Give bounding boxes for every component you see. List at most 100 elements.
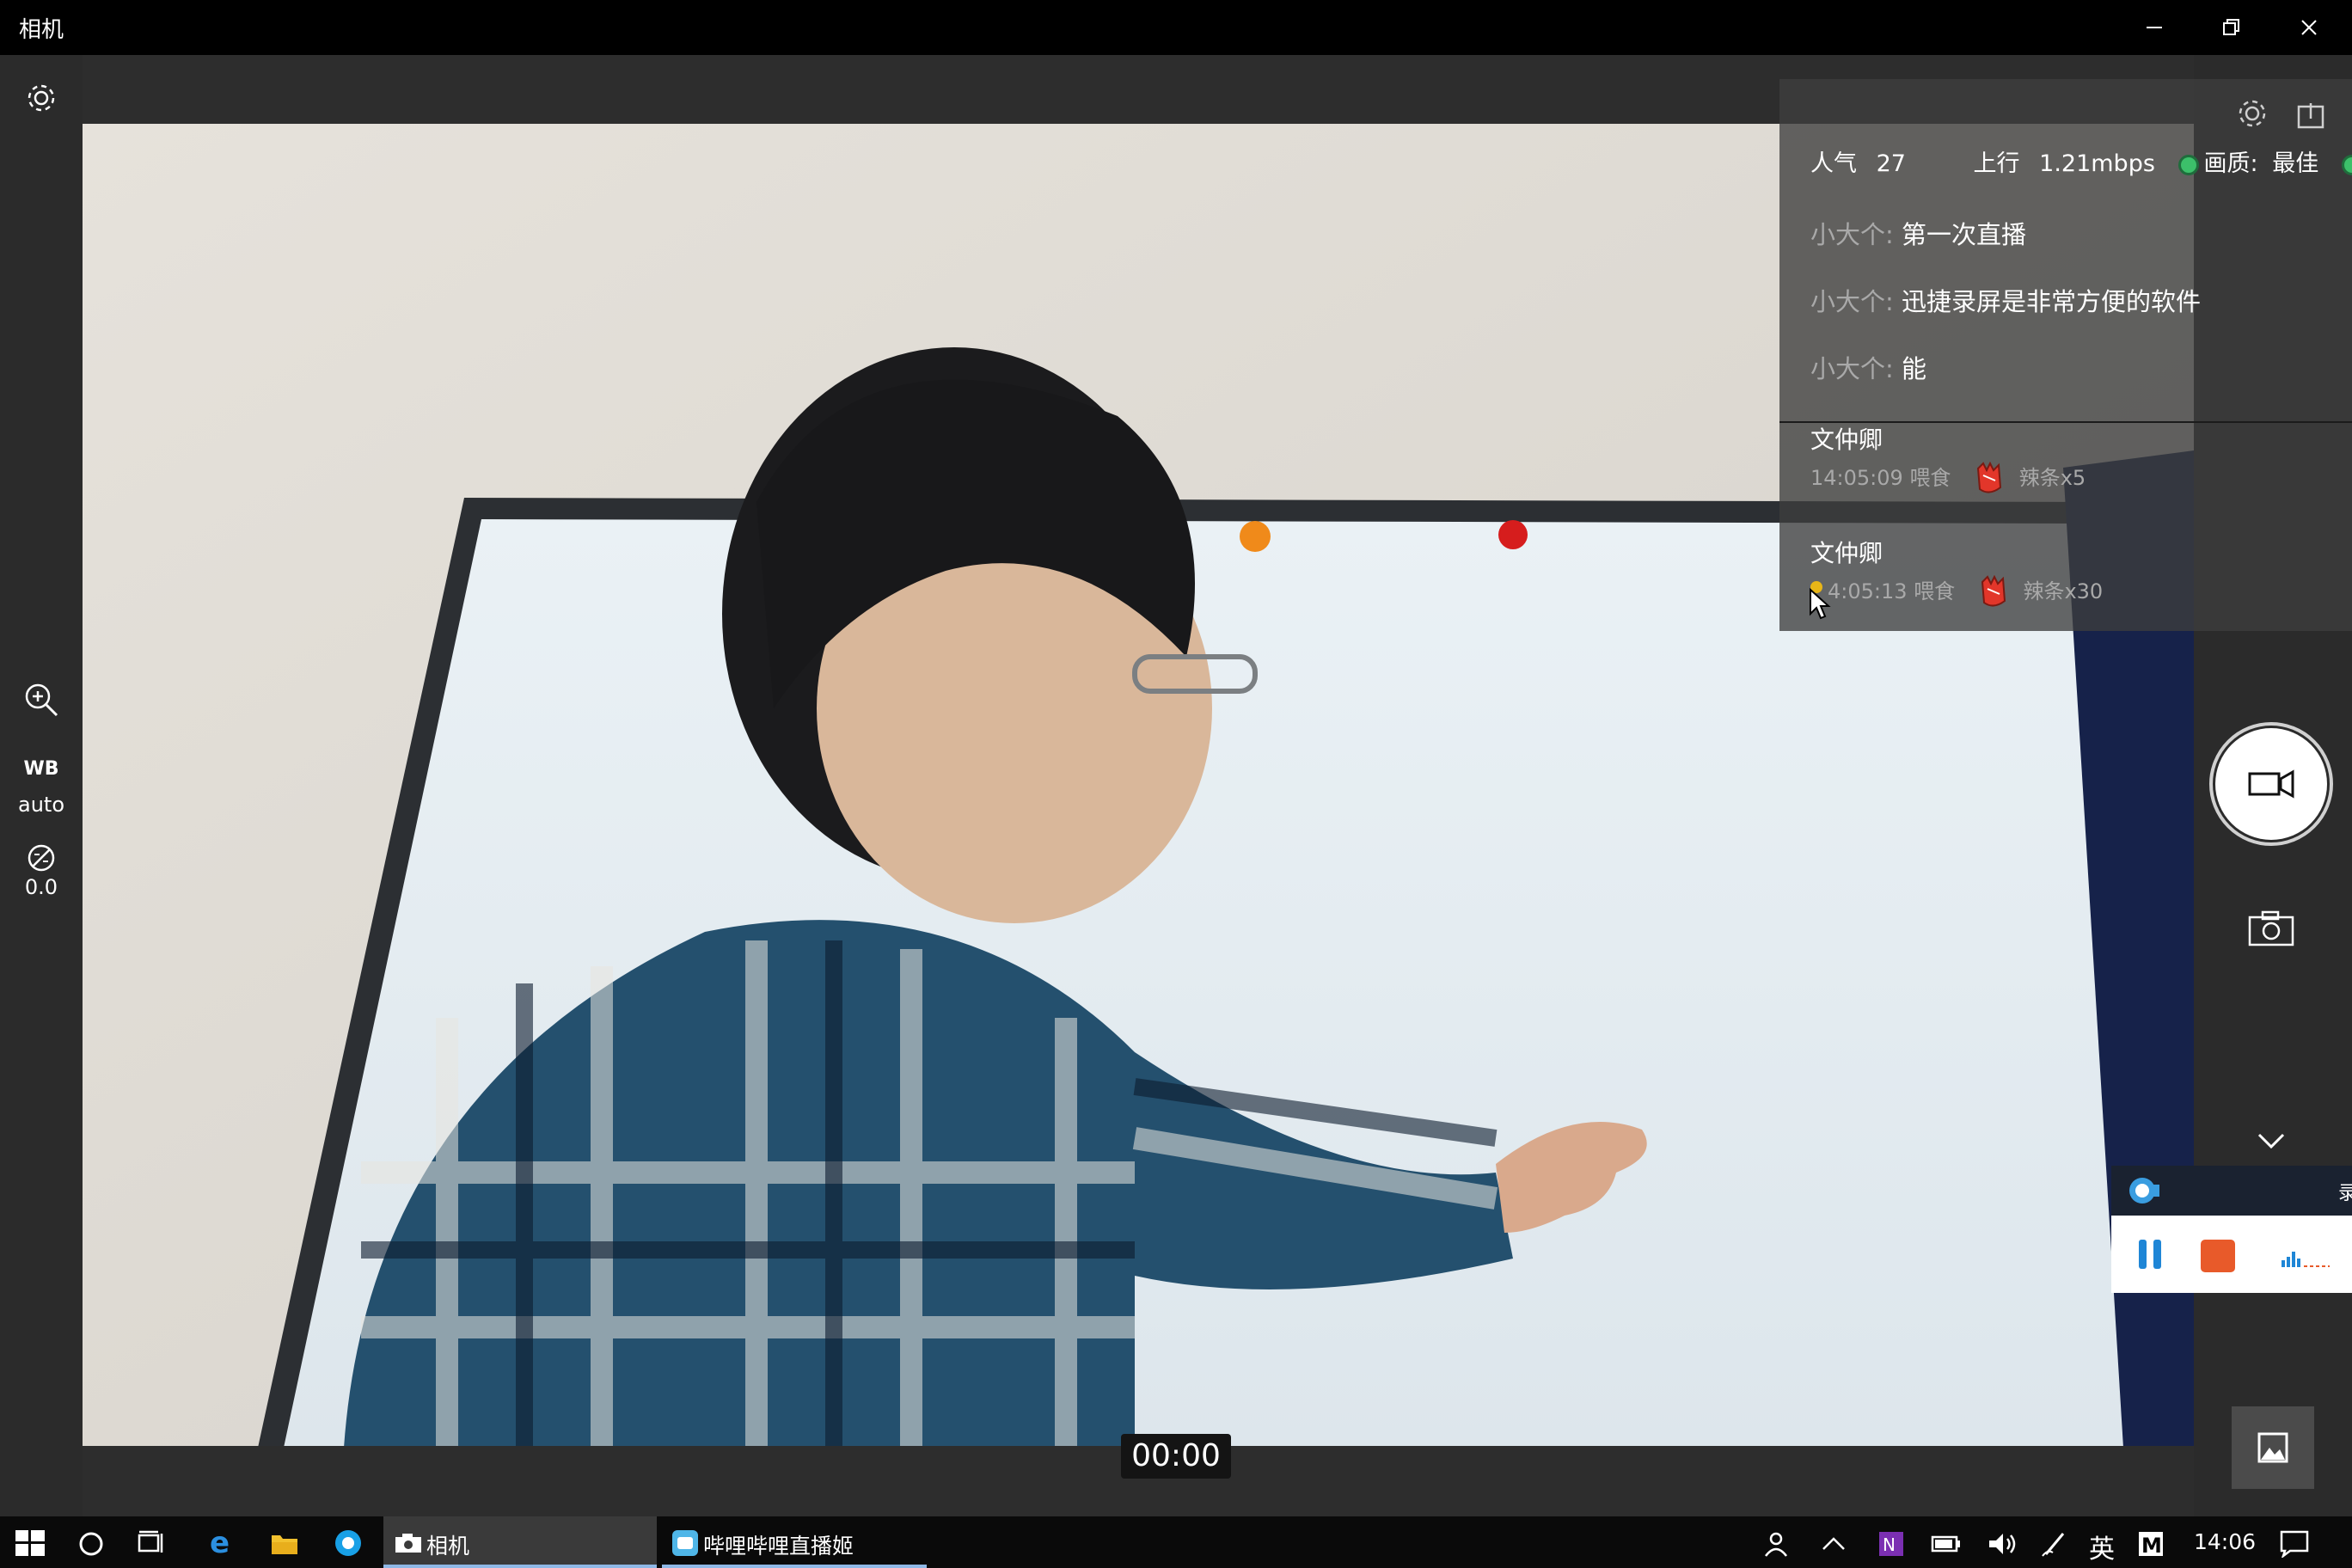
white-balance-label[interactable]: WB (0, 758, 83, 780)
task-view-icon (138, 1530, 163, 1553)
people-icon[interactable] (1764, 1530, 1792, 1558)
recorder-title: 录 (2338, 1183, 2352, 1204)
edge-button[interactable]: e (208, 1526, 234, 1560)
chat-message: 小大个: 第一次直播 (1810, 215, 2026, 251)
chat-message: 小大个: 迅捷录屏是非常方便的软件 (1810, 282, 2201, 318)
gift-user: 文仲卿 (1810, 539, 1883, 567)
active-indicator (383, 1565, 657, 1568)
volume-icon[interactable] (1988, 1530, 2018, 1558)
chevron-down-icon (2257, 1133, 2285, 1149)
taskbar-app-label: 哔哩哔哩直播姬 (703, 1534, 854, 1559)
chat-user: 小大个: (1810, 287, 1894, 316)
overlay-settings-button[interactable] (2235, 96, 2269, 134)
gift-time: 4:05:13 (1828, 579, 1908, 603)
camera-icon (2248, 910, 2294, 946)
window-title: 相机 (19, 17, 64, 43)
export-icon (2297, 103, 2324, 129)
close-icon (2301, 20, 2317, 35)
exposure-button[interactable] (26, 842, 57, 877)
exposure-icon (28, 844, 55, 872)
folder-icon (272, 1535, 297, 1554)
gift-time: 14:05:09 (1810, 466, 1903, 490)
taskbar-app-bilibili-live[interactable]: 哔哩哔哩直播姬 (662, 1516, 927, 1568)
zoom-button[interactable] (22, 681, 60, 722)
gift-item: 辣条x5 (2018, 466, 2086, 490)
restore-button[interactable] (2194, 0, 2269, 55)
left-toolbar: WB auto 0.0 (0, 55, 83, 1516)
image-icon (2257, 1432, 2288, 1463)
restore-icon (2223, 19, 2239, 35)
gift-action: 喂食 (1909, 466, 1951, 490)
quality-value: 最佳 (2272, 150, 2319, 177)
recorder-app-icon (2129, 1178, 2159, 1204)
exposure-value[interactable]: 0.0 (0, 875, 83, 899)
task-view-button[interactable] (138, 1530, 167, 1559)
audio-level-icon (2282, 1252, 2330, 1267)
popularity-value: 27 (1876, 150, 1906, 177)
video-camera-icon (2248, 769, 2294, 799)
pause-icon (2139, 1240, 2161, 1269)
quality-label: 画质: (2203, 150, 2258, 177)
minimize-icon (2147, 27, 2162, 28)
chat-user: 小大个: (1810, 220, 1894, 249)
gear-icon (28, 84, 55, 112)
expand-button[interactable] (2256, 1130, 2287, 1154)
screen-recorder-widget: 录 (2111, 1166, 2352, 1293)
chat-text: 迅捷录屏是非常方便的软件 (1902, 287, 2202, 316)
taskbar-app-label: 相机 (426, 1534, 470, 1559)
recorder-header: 录 (2111, 1166, 2352, 1216)
search-button[interactable] (77, 1530, 105, 1561)
mouse-cursor-icon (1810, 588, 1831, 620)
zoom-in-icon (25, 683, 58, 717)
chat-message: 小大个: 能 (1810, 349, 1926, 385)
onenote-icon[interactable]: N (1877, 1530, 1905, 1558)
browser-button[interactable] (334, 1528, 363, 1561)
chat-text: 第一次直播 (1902, 220, 2027, 249)
recording-timer: 00:00 (1121, 1434, 1231, 1479)
gallery-button[interactable] (2232, 1406, 2314, 1489)
bilibili-live-icon (672, 1530, 698, 1556)
taskbar-app-camera[interactable]: 相机 (383, 1516, 657, 1568)
notification-icon[interactable] (2280, 1530, 2309, 1558)
overlay-export-button[interactable] (2295, 100, 2326, 134)
camera-icon (395, 1534, 421, 1553)
ime-indicator[interactable]: 英 (2089, 1528, 2115, 1565)
upload-value: 1.21mbps (2039, 150, 2155, 177)
gift-row: 14:05:09 喂食 辣条x5 (1810, 461, 2086, 496)
settings-button[interactable] (24, 81, 58, 119)
windows-icon (15, 1530, 45, 1556)
record-video-button[interactable] (2209, 722, 2333, 846)
minimize-button[interactable] (2116, 0, 2192, 55)
popularity-label: 人气 (1810, 150, 1857, 177)
file-explorer-button[interactable] (270, 1530, 299, 1559)
white-balance-value[interactable]: auto (0, 793, 83, 817)
photo-mode-button[interactable] (2247, 910, 2295, 951)
dropframe-status-icon (2341, 154, 2352, 175)
gift-item: 辣条x30 (2023, 579, 2104, 603)
cortana-icon (79, 1532, 103, 1556)
battery-icon[interactable] (1931, 1532, 1962, 1556)
gift-user: 文仲卿 (1810, 426, 1883, 454)
close-button[interactable] (2271, 0, 2347, 55)
clock[interactable]: 14:06 (2194, 1529, 2256, 1554)
live-stream-overlay: 人气 27 上行 1.21mbps 画质: 最佳 丢帧 小大个: 第一次直播 小… (1779, 79, 2352, 631)
latiao-gift-icon (1981, 575, 2006, 607)
ime-mode-icon[interactable]: M (2137, 1530, 2165, 1558)
svg-text:M: M (2141, 1534, 2162, 1558)
chat-text: 能 (1902, 354, 1927, 383)
svg-text:e: e (210, 1528, 230, 1556)
pen-icon[interactable] (2041, 1530, 2068, 1558)
gift-action: 喂食 (1914, 579, 1956, 603)
taskbar: e 相机 哔哩哔哩直播姬 N 英 M 14:06 (0, 1516, 2352, 1568)
gift-row: 4:05:13 喂食 辣条x30 (1828, 574, 2103, 609)
stats-row: 人气 27 上行 1.21mbps 画质: 最佳 丢帧 (1810, 144, 2352, 178)
gear-icon (2239, 100, 2266, 127)
pause-button[interactable] (2137, 1238, 2163, 1271)
chat-user: 小大个: (1810, 354, 1894, 383)
svg-text:N: N (1883, 1534, 1896, 1555)
active-indicator (662, 1565, 927, 1568)
stop-button[interactable] (2201, 1240, 2235, 1272)
chevron-up-icon[interactable] (1821, 1534, 1847, 1554)
start-button[interactable] (15, 1530, 45, 1559)
edge-icon: e (210, 1526, 230, 1560)
